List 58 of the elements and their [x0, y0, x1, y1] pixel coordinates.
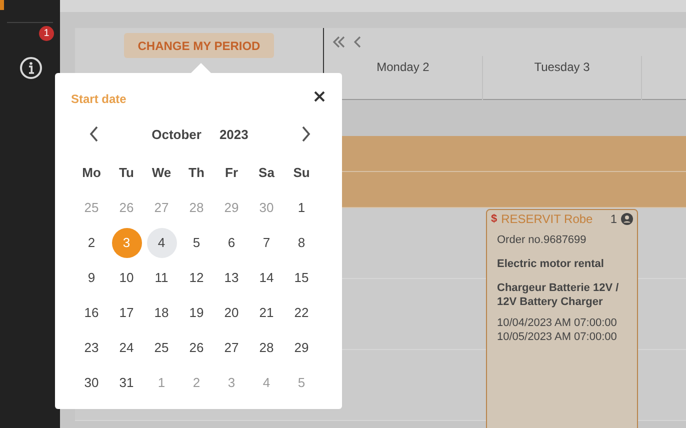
calendar-day[interactable]: 19	[182, 298, 212, 328]
calendar-day[interactable]: 22	[286, 298, 316, 328]
calendar-day[interactable]: 5	[182, 228, 212, 258]
weekday-label: Th	[188, 164, 204, 182]
weekday-label: Su	[293, 164, 310, 182]
month-label[interactable]: October	[152, 126, 202, 142]
calendar-day[interactable]: 7	[252, 228, 282, 258]
calendar-day[interactable]: 13	[216, 262, 246, 292]
booking-title: RESERVIT Robe	[501, 212, 594, 226]
calendar-day[interactable]: 4	[146, 228, 176, 258]
service-name: Electric motor rental	[497, 258, 605, 272]
calendar-day[interactable]: 27	[216, 332, 246, 362]
calendar-day[interactable]: 23	[76, 332, 106, 362]
calendar-day[interactable]: 9	[76, 262, 106, 292]
double-chevron-left-icon[interactable]	[332, 36, 346, 48]
day-column-header: Tuesday 3	[534, 60, 590, 76]
calendar-day[interactable]: 2	[76, 228, 106, 258]
chevron-right-icon[interactable]	[300, 126, 311, 142]
weekday-label: Tu	[119, 164, 134, 182]
calendar-day[interactable]: 30	[76, 368, 106, 398]
calendar-day[interactable]: 11	[146, 262, 176, 292]
calendar-day[interactable]: 31	[112, 368, 142, 398]
day-column-header: Monday 2	[376, 60, 430, 76]
start-date-label: Start date	[71, 92, 126, 106]
calendar-day[interactable]: 12	[182, 262, 212, 292]
year-label[interactable]: 2023	[219, 126, 248, 142]
calendar-day[interactable]: 20	[216, 298, 246, 328]
calendar-day[interactable]: 26	[182, 332, 212, 362]
chevron-left-icon[interactable]	[89, 126, 99, 142]
info-icon[interactable]	[19, 56, 43, 80]
calendar-day[interactable]: 1	[286, 192, 316, 222]
weekday-label: Sa	[258, 164, 274, 182]
calendar-day[interactable]: 24	[112, 332, 142, 362]
calendar-day[interactable]: 25	[146, 332, 176, 362]
end-datetime: 10/05/2023 AM 07:00:00	[497, 331, 618, 345]
weekday-label: We	[152, 164, 172, 182]
person-count: 1	[610, 212, 617, 226]
calendar-day[interactable]: 29	[286, 332, 316, 362]
calendar-day[interactable]: 28	[252, 332, 282, 362]
person-icon	[621, 213, 633, 225]
weekday-label: Mo	[82, 164, 101, 182]
booking-card[interactable]: $ RESERVIT Robe 1 Order no.9687699 Electric motor rental Chargeur Batterie 12V / 12V Battery Charger 10/04/2023 AM 07:00:00 10/05/2023 AM 07:00:00	[486, 209, 638, 428]
calendar-day[interactable]: 15	[286, 262, 316, 292]
order-number: Order no.9687699	[497, 234, 588, 246]
calendar-day[interactable]: 17	[112, 298, 142, 328]
weekday-label: Fr	[225, 164, 238, 182]
calendar-day[interactable]: 18	[146, 298, 176, 328]
close-icon[interactable]	[314, 90, 325, 102]
calendar-day[interactable]: 21	[252, 298, 282, 328]
calendar-day[interactable]: 14	[252, 262, 282, 292]
start-datetime: 10/04/2023 AM 07:00:00	[497, 317, 618, 331]
notification-badge: 1	[39, 26, 54, 41]
calendar-day[interactable]: 16	[76, 298, 106, 328]
calendar-day[interactable]: 6	[216, 228, 246, 258]
currency-symbol: $	[491, 213, 498, 225]
calendar-day[interactable]: 8	[286, 228, 316, 258]
item-name: Chargeur Batterie 12V / 12V Battery Charger	[497, 282, 620, 310]
calendar-day[interactable]: 10	[112, 262, 142, 292]
